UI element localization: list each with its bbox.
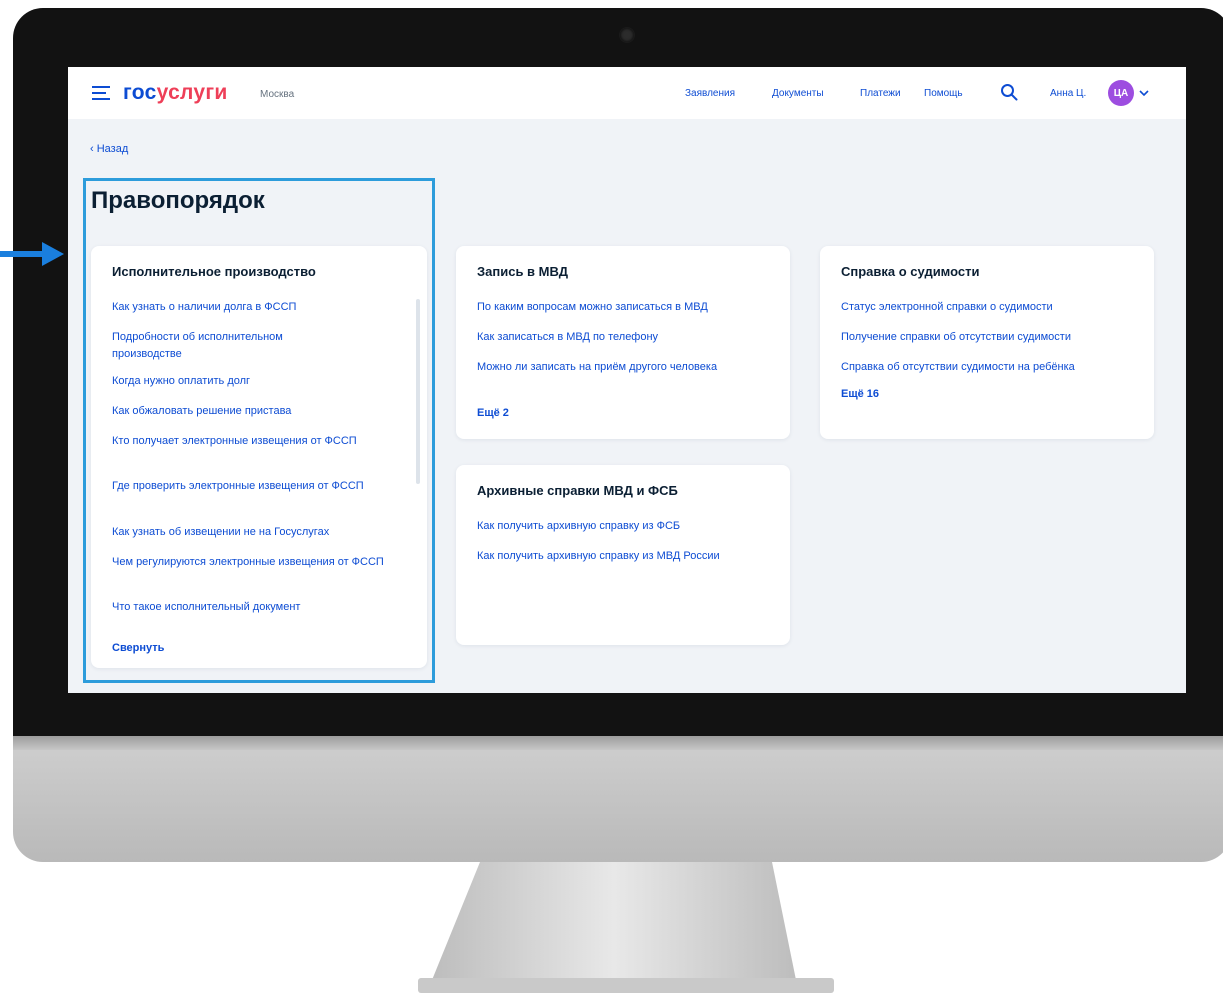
list-item[interactable]: Статус электронной справки о судимости [841,299,1151,316]
nav-payments[interactable]: Платежи [860,88,901,99]
list-item[interactable]: Как получить архивную справку из ФСБ [477,518,777,535]
avatar[interactable]: ЦА [1108,80,1134,106]
list-item[interactable]: Как получить архивную справку из МВД Рос… [477,548,757,565]
back-label: Назад [96,143,129,155]
monitor-stand [418,862,834,993]
card-title: Справка о судимости [841,264,980,279]
logo[interactable]: госуслуги [123,81,228,105]
highlight-frame [83,178,435,683]
card-criminal-record: Справка о судимости Статус электронной с… [820,246,1154,439]
card-title: Запись в МВД [477,264,568,279]
menu-icon[interactable] [92,86,110,100]
pointer-arrow-icon [0,242,64,266]
screen: госуслуги Москва Заявления Документы Пла… [68,67,1186,693]
nav-documents[interactable]: Документы [772,88,824,99]
logo-part-2: услуги [156,81,228,104]
back-link[interactable]: ‹ Назад [90,143,128,155]
more-button[interactable]: Ещё 2 [477,407,509,419]
monitor-chin-edge [13,736,1223,750]
search-icon[interactable] [1000,83,1018,101]
card-archive: Архивные справки МВД и ФСБ Как получить … [456,465,790,645]
top-bar: госуслуги Москва Заявления Документы Пла… [68,67,1186,119]
more-button[interactable]: Ещё 16 [841,388,879,400]
camera-icon [620,28,634,42]
list-item[interactable]: По каким вопросам можно записаться в МВД [477,299,777,316]
list-item[interactable]: Как записаться в МВД по телефону [477,329,777,346]
nav-help[interactable]: Помощь [924,88,963,99]
list-item[interactable]: Справка об отсутствии судимости на ребён… [841,359,1151,376]
chevron-down-icon[interactable] [1139,89,1149,97]
card-mvd: Запись в МВД По каким вопросам можно зап… [456,246,790,439]
list-item[interactable]: Получение справки об отсутствии судимост… [841,329,1151,346]
list-item[interactable]: Можно ли записать на приём другого челов… [477,359,727,376]
monitor-chin [13,736,1223,862]
logo-part-1: гос [123,81,157,104]
card-title: Архивные справки МВД и ФСБ [477,483,678,498]
chevron-left-icon: ‹ [90,143,97,155]
city-selector[interactable]: Москва [260,89,294,100]
user-name[interactable]: Анна Ц. [1050,88,1086,99]
nav-applications[interactable]: Заявления [685,88,735,99]
